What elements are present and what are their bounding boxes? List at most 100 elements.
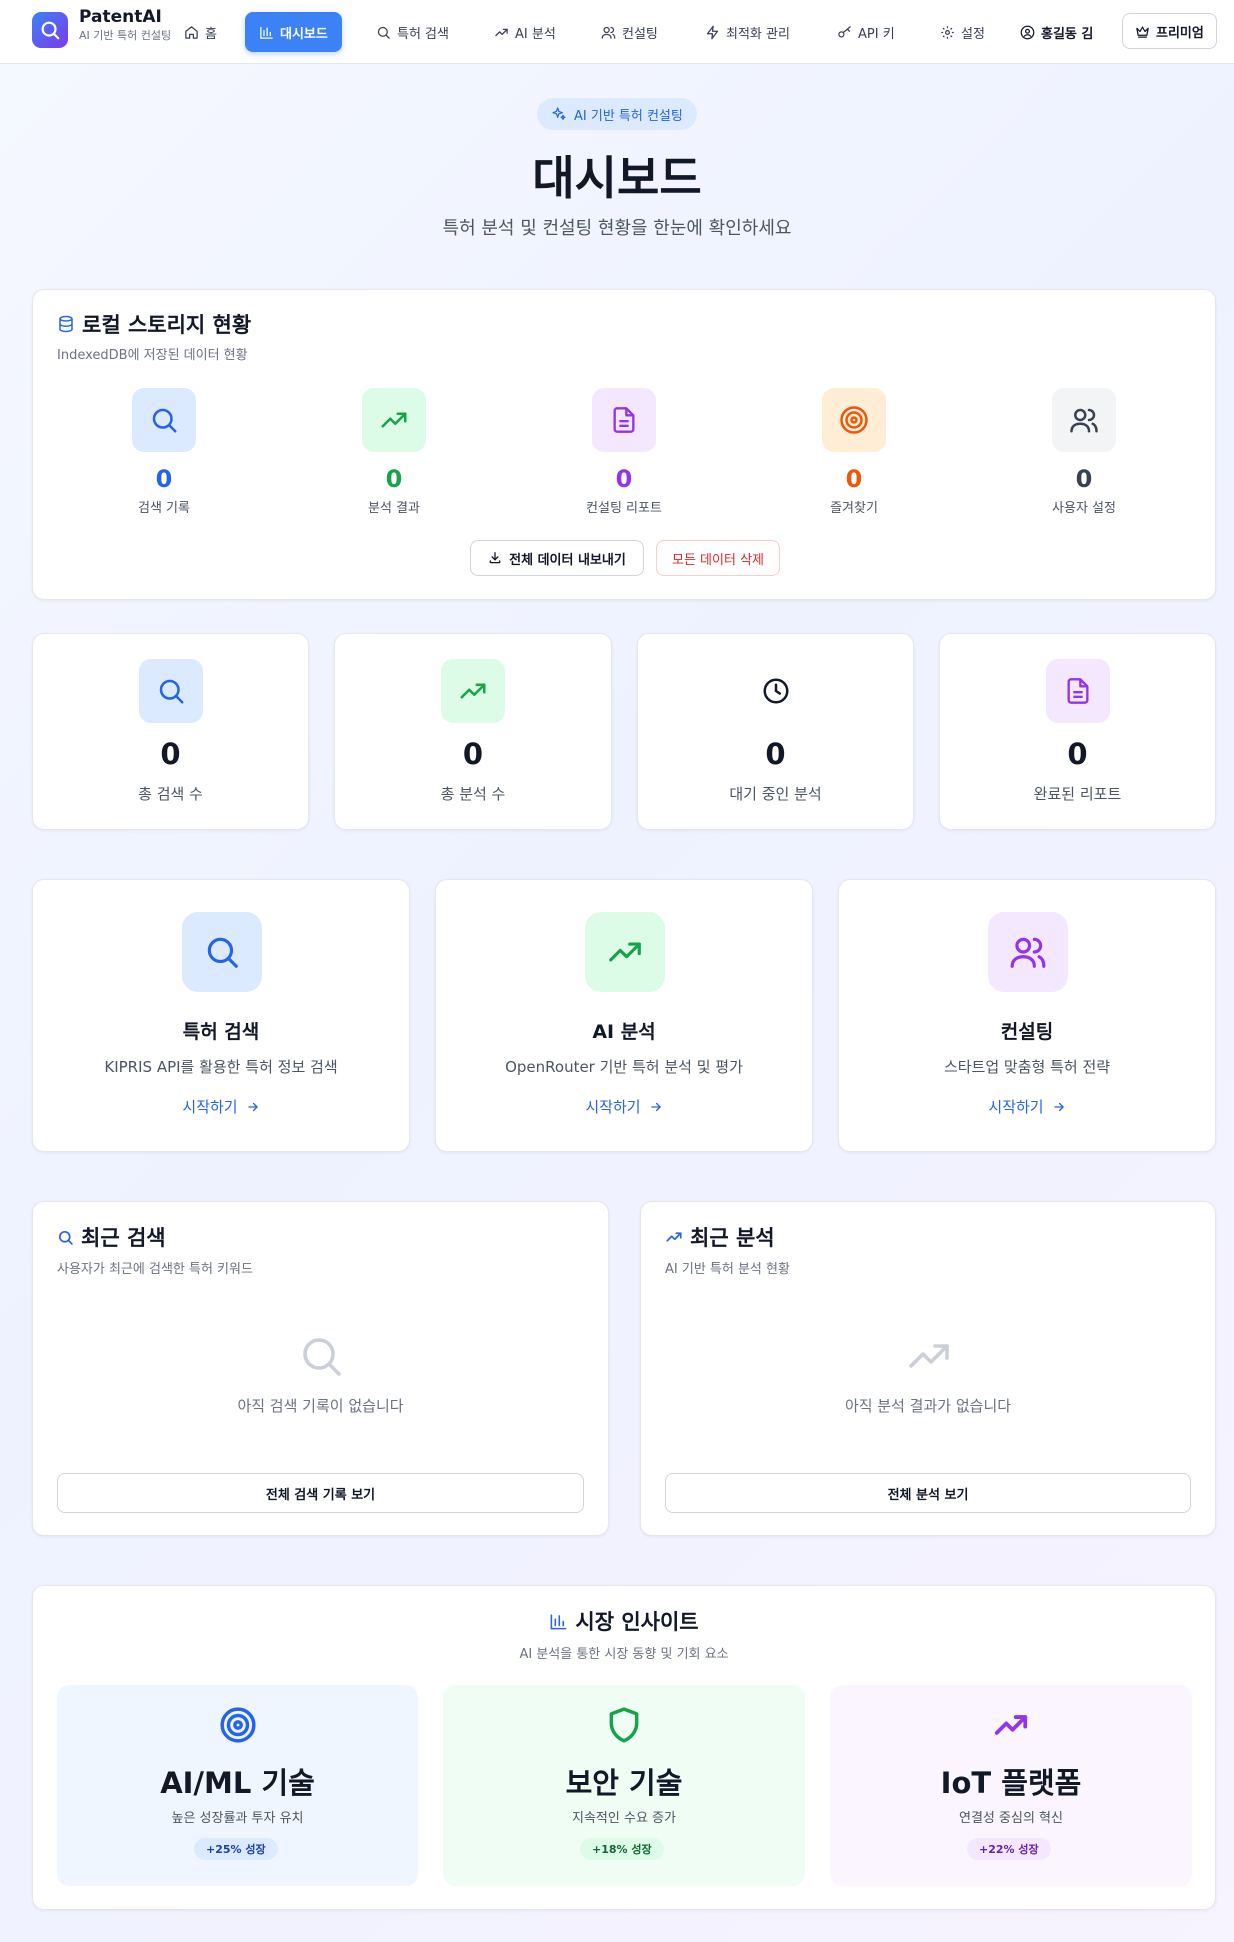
hero-badge-label: AI 기반 특허 컨설팅	[574, 108, 683, 124]
feature-start-link[interactable]: 시작하기	[436, 1096, 812, 1117]
insight-desc: 지속적인 수요 증가	[572, 1811, 676, 1826]
summary-label: 대기 중인 분석	[729, 785, 822, 803]
feature-desc: 스타트업 맞춤형 특허 전략	[943, 1058, 1111, 1076]
shield-icon	[609, 1707, 639, 1743]
storage-stat-value: 0	[385, 465, 403, 493]
recent-search-empty-text: 아직 검색 기록이 없습니다	[237, 1397, 404, 1415]
trending-up-icon	[994, 1715, 1028, 1735]
delete-all-data-button[interactable]: 모든 데이터 삭제	[656, 540, 780, 576]
arrow-right-icon	[1053, 1102, 1064, 1111]
storage-stat-label: 사용자 설정	[1052, 501, 1116, 516]
market-insights-title-text: 시장 인사이트	[575, 1610, 699, 1634]
insight-card-iot: IoT 플랫폼 연결성 중심의 혁신 +22% 성장	[830, 1685, 1192, 1886]
recent-search-subtitle: 사용자가 최근에 검색한 특허 키워드	[57, 1262, 253, 1277]
insight-desc: 높은 성장률과 투자 유치	[171, 1811, 304, 1826]
insight-title: 보안 기술	[565, 1766, 683, 1800]
nav-item-api-key[interactable]: API 키	[823, 12, 909, 52]
search-icon	[152, 408, 177, 433]
summary-card-pending-analyses: 0 대기 중인 분석	[637, 633, 914, 830]
export-data-label: 전체 데이터 내보내기	[509, 552, 626, 568]
nav-item-dashboard[interactable]: 대시보드	[245, 12, 342, 52]
recent-analysis-title-text: 최근 분석	[690, 1226, 775, 1250]
insight-growth-badge: +22% 성장	[967, 1838, 1051, 1860]
nav-item-ai-analysis[interactable]: AI 분석	[480, 12, 570, 52]
storage-title-text: 로컬 스토리지 현황	[82, 313, 252, 337]
search-icon	[377, 26, 390, 39]
nav-item-label: AI 분석	[515, 26, 556, 42]
users-icon	[1070, 408, 1098, 433]
search-icon	[41, 21, 60, 40]
user-name: 홍길동 김	[1041, 26, 1094, 42]
crown-icon	[1136, 26, 1149, 38]
summary-label: 총 분석 수	[440, 785, 506, 803]
market-insights-card: 시장 인사이트 AI 분석을 통한 시장 동향 및 기회 요소 AI/ML 기술…	[32, 1585, 1216, 1910]
recent-analysis-empty-text: 아직 분석 결과가 없습니다	[844, 1397, 1012, 1415]
premium-label: 프리미엄	[1156, 25, 1204, 41]
summary-icon	[139, 659, 203, 723]
nav-item-home[interactable]: 홈	[170, 12, 231, 52]
nav-item-label: 컨설팅	[622, 26, 658, 42]
trending-up-icon	[666, 1232, 682, 1242]
storage-card: 로컬 스토리지 현황 IndexedDB에 저장된 데이터 현황 0 검색 기록…	[32, 289, 1216, 600]
storage-title: 로컬 스토리지 현황	[57, 309, 251, 339]
trending-up-icon	[909, 1344, 949, 1368]
storage-subtitle: IndexedDB에 저장된 데이터 현황	[57, 348, 248, 363]
summary-value: 0	[765, 737, 786, 771]
storage-stat-icon	[1052, 388, 1116, 452]
key-icon	[838, 25, 851, 37]
feature-start-link[interactable]: 시작하기	[839, 1096, 1215, 1117]
nav-item-label: 홈	[205, 26, 217, 42]
page-subtitle: 특허 분석 및 컨설팅 현황을 한눈에 확인하세요	[442, 218, 792, 239]
document-icon	[1067, 678, 1089, 704]
summary-icon	[744, 659, 808, 723]
feature-link-label: 시작하기	[585, 1098, 641, 1116]
trending-up-icon	[381, 412, 407, 428]
insight-card-ai-ml: AI/ML 기술 높은 성장률과 투자 유치 +25% 성장	[57, 1685, 418, 1886]
insight-title: AI/ML 기술	[160, 1766, 315, 1800]
trending-up-icon	[495, 28, 508, 36]
summary-card-total-analyses: 0 총 분석 수	[334, 633, 612, 830]
nav-item-optimization[interactable]: 최적화 관리	[691, 12, 804, 52]
insight-growth-badge: +25% 성장	[194, 1838, 278, 1860]
export-data-button[interactable]: 전체 데이터 내보내기	[470, 540, 644, 576]
nav-item-patent-search[interactable]: 특허 검색	[362, 12, 463, 52]
nav-item-label: 최적화 관리	[726, 26, 790, 42]
storage-stat-icon	[592, 388, 656, 452]
search-icon	[303, 1338, 341, 1376]
recent-search-title-text: 최근 검색	[81, 1226, 166, 1250]
summary-label: 완료된 리포트	[1033, 785, 1122, 803]
target-icon	[840, 406, 868, 434]
view-all-analysis-button[interactable]: 전체 분석 보기	[665, 1473, 1191, 1513]
target-icon	[220, 1707, 256, 1743]
summary-card-completed-reports: 0 완료된 리포트	[939, 633, 1216, 830]
feature-card-ai-analysis[interactable]: AI 분석 OpenRouter 기반 특허 분석 및 평가 시작하기	[435, 879, 813, 1152]
feature-card-patent-search[interactable]: 특허 검색 KIPRIS API를 활용한 특허 정보 검색 시작하기	[32, 879, 410, 1152]
search-icon	[159, 679, 184, 704]
arrow-right-icon	[650, 1102, 661, 1111]
market-insights-subtitle: AI 분석을 통한 시장 동향 및 기회 요소	[519, 1647, 729, 1662]
recent-analysis-subtitle: AI 기반 특허 분석 현황	[665, 1262, 790, 1277]
feature-card-consulting[interactable]: 컨설팅 스타트업 맞춤형 특허 전략 시작하기	[838, 879, 1216, 1152]
search-icon	[58, 1230, 73, 1245]
view-all-search-history-button[interactable]: 전체 검색 기록 보기	[57, 1473, 584, 1513]
download-icon	[489, 552, 501, 564]
summary-value: 0	[462, 737, 484, 771]
storage-stat-value: 0	[845, 465, 863, 493]
insight-title: IoT 플랫폼	[940, 1766, 1082, 1800]
storage-stat-value: 0	[1075, 465, 1093, 493]
app-logo[interactable]	[32, 12, 68, 48]
feature-start-link[interactable]: 시작하기	[33, 1096, 409, 1117]
premium-button[interactable]: 프리미엄	[1122, 13, 1217, 49]
nav-item-label: 특허 검색	[397, 26, 449, 42]
user-menu[interactable]: 홍길동 김	[1006, 12, 1107, 52]
feature-link-label: 시작하기	[182, 1098, 238, 1116]
bar-chart-icon	[550, 1613, 567, 1629]
insight-card-security: 보안 기술 지속적인 수요 증가 +18% 성장	[443, 1685, 805, 1886]
summary-label: 총 검색 수	[138, 785, 203, 803]
storage-stat-label: 분석 결과	[368, 501, 420, 516]
nav-item-consulting[interactable]: 컨설팅	[587, 12, 672, 52]
hero-badge: AI 기반 특허 컨설팅	[537, 98, 697, 130]
zap-icon	[706, 25, 719, 39]
nav-item-settings[interactable]: 설정	[926, 12, 999, 52]
feature-icon	[988, 912, 1068, 992]
